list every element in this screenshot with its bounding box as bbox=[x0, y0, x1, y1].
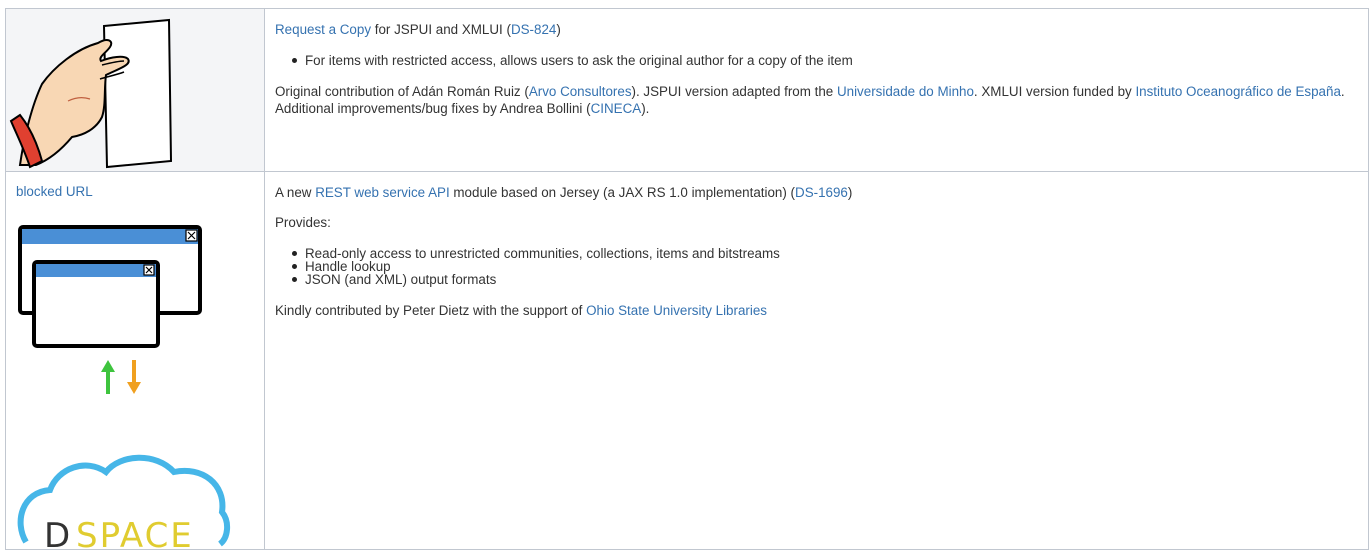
release-notes-table: Request a Copy for JSPUI and XMLUI (DS-8… bbox=[5, 8, 1369, 550]
rest-api-illustration: D SPACE bbox=[17, 225, 230, 549]
image-cell: blocked URL D SPACE bbox=[5, 171, 265, 550]
image-cell bbox=[5, 8, 265, 172]
contribution-text: Original contribution of Adán Román Ruiz… bbox=[275, 84, 1345, 116]
feature-bullets: For items with restricted access, allows… bbox=[275, 54, 1368, 67]
credit-text: Kindly contributed by Peter Dietz with t… bbox=[275, 303, 767, 318]
universidade-do-minho-link[interactable]: Universidade do Minho bbox=[837, 84, 974, 99]
feature-heading: Request a Copy for JSPUI and XMLUI (DS-8… bbox=[275, 22, 561, 37]
content-cell: A new REST web service API module based … bbox=[264, 171, 1369, 550]
list-item: JSON (and XML) output formats bbox=[292, 273, 1368, 286]
ds-1696-link[interactable]: DS-1696 bbox=[795, 185, 848, 200]
table-row: blocked URL D SPACE A new REST web servi… bbox=[5, 171, 1369, 550]
request-a-copy-link[interactable]: Request a Copy bbox=[275, 22, 371, 37]
rest-api-link[interactable]: REST web service API bbox=[315, 185, 449, 200]
dspace-logo-d: D bbox=[44, 516, 70, 549]
cineca-link[interactable]: CINECA bbox=[591, 101, 642, 116]
feature-bullets: Read-only access to unrestricted communi… bbox=[275, 247, 1368, 286]
ohio-state-link[interactable]: Ohio State University Libraries bbox=[586, 303, 767, 318]
content-cell: Request a Copy for JSPUI and XMLUI (DS-8… bbox=[264, 8, 1369, 172]
ds-824-link[interactable]: DS-824 bbox=[511, 22, 556, 37]
list-item: Read-only access to unrestricted communi… bbox=[292, 247, 1368, 260]
table-row: Request a Copy for JSPUI and XMLUI (DS-8… bbox=[5, 8, 1369, 172]
dspace-logo-text: SPACE bbox=[76, 516, 194, 549]
provides-label: Provides: bbox=[275, 215, 331, 230]
hand-holding-paper-illustration bbox=[9, 18, 173, 169]
instituto-oceanografico-link[interactable]: Instituto Oceanográfico de España bbox=[1135, 84, 1340, 99]
list-item: For items with restricted access, allows… bbox=[292, 54, 1368, 67]
arvo-consultores-link[interactable]: Arvo Consultores bbox=[529, 84, 632, 99]
feature-heading: A new REST web service API module based … bbox=[275, 185, 853, 200]
